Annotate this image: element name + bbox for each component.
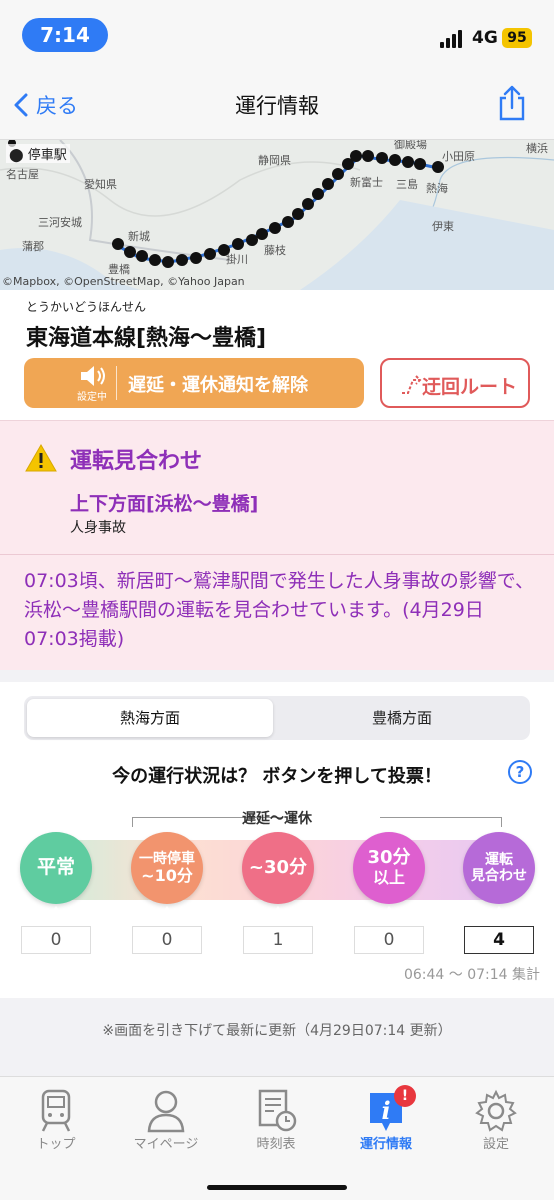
- refresh-note: ※画面を引き下げて最新に更新（4月29日07:14 更新）: [102, 1023, 452, 1039]
- route-map[interactable]: 名古屋愛知県三河安城 蒲郡 新城豊橋 掛川 静岡県藤枝 新富士 三島 熱海 御殿場小田原…: [0, 140, 554, 290]
- alert-direction: 上下方面[浜松〜豊橋]: [70, 493, 259, 515]
- pointer: [382, 906, 396, 916]
- vote-option-label: 30分: [367, 847, 411, 869]
- svg-text:新城: 新城: [128, 229, 150, 243]
- notify-cancel-label: 遅延・運休通知を解除: [128, 375, 308, 396]
- train-icon: [6, 1085, 106, 1133]
- page-title: 運行情報: [235, 94, 319, 118]
- svg-text:藤枝: 藤枝: [264, 243, 286, 257]
- vote-option-label: 運転: [485, 851, 513, 868]
- vote-option-sublabel: 見合わせ: [471, 868, 527, 884]
- aggregate-period: 06:44 〜 07:14 集計: [403, 967, 540, 983]
- pointer: [271, 906, 285, 916]
- vote-option-suspended[interactable]: 運転 見合わせ: [463, 832, 535, 904]
- svg-text:豊橋: 豊橋: [108, 262, 130, 276]
- vote-option-30min[interactable]: ~30分: [242, 832, 314, 904]
- line-name: 東海道本線[熱海〜豊橋]: [26, 326, 267, 351]
- svg-text:i: i: [381, 1096, 390, 1125]
- alert-title: 運転見合わせ: [70, 449, 203, 474]
- vote-count-suspended: 4: [464, 926, 534, 954]
- tab-service-info[interactable]: i ! 運行情報: [336, 1085, 436, 1152]
- svg-text:名古屋: 名古屋: [6, 167, 39, 181]
- tab-atami-direction[interactable]: 熱海方面: [27, 699, 273, 737]
- button-divider: [116, 366, 117, 400]
- share-icon: [499, 85, 525, 121]
- divider: [0, 554, 554, 555]
- pointer: [160, 906, 174, 916]
- notify-cancel-button[interactable]: 設定中 遅延・運休通知を解除: [24, 358, 364, 408]
- tab-timetable-label: 時刻表: [256, 1137, 296, 1152]
- pin-icon: ⬤: [9, 148, 24, 163]
- tab-toyohashi-direction[interactable]: 豊橋方面: [277, 699, 527, 737]
- vote-question: 今の運行状況は？ ボタンを押して投票！: [112, 766, 442, 787]
- svg-text:静岡県: 静岡県: [258, 153, 291, 167]
- nav-bar: 戻る 運行情報: [0, 68, 554, 140]
- home-indicator: [207, 1185, 347, 1190]
- detour-icon: [402, 375, 422, 394]
- svg-text:三島: 三島: [396, 177, 418, 191]
- service-alert: 運転見合わせ 上下方面[浜松〜豊橋] 人身事故 07:03頃、新居町〜鷲津駅間で…: [0, 420, 554, 670]
- tab-timetable[interactable]: 時刻表: [226, 1085, 326, 1152]
- tab-service-info-label: 運行情報: [359, 1137, 412, 1152]
- svg-text:新富士: 新富士: [350, 175, 383, 189]
- alert-cause: 人身事故: [70, 520, 126, 536]
- svg-text:小田原: 小田原: [442, 150, 475, 163]
- map-credit: ©Mapbox, ©OpenStreetMap, ©Yahoo Japan: [2, 275, 245, 288]
- map-legend: ⬤ 停車駅: [6, 144, 70, 163]
- person-icon: [116, 1085, 216, 1133]
- alert-message: 07:03頃、新居町〜鷲津駅間で発生した人身事故の影響で、浜松〜豊橋駅間の運転を…: [24, 570, 534, 650]
- gear-icon: [446, 1085, 546, 1133]
- notify-status: 設定中: [77, 392, 107, 403]
- status-time: 7:14: [22, 18, 108, 52]
- vote-count-over-30min: 0: [354, 926, 424, 954]
- vote-count-30min: 1: [243, 926, 313, 954]
- line-ruby: とうかいどうほんせん: [26, 300, 147, 314]
- status-bar: 7:14 4G 95: [0, 0, 554, 68]
- detour-route-button[interactable]: 迂回ルート: [380, 358, 530, 408]
- vote-option-label: 一時停車: [139, 850, 195, 867]
- battery-icon: 95: [502, 28, 532, 48]
- vote-option-sublabel: 以上: [372, 868, 405, 888]
- tab-mypage[interactable]: マイページ: [116, 1085, 216, 1152]
- info-icon: i: [336, 1085, 436, 1133]
- tab-bar: トップ マイページ 時刻表 i ! 運行情報 設定: [0, 1076, 554, 1200]
- svg-text:熱海: 熱海: [426, 181, 448, 195]
- direction-segmented-control: 熱海方面 豊橋方面: [24, 696, 530, 740]
- tab-settings-label: 設定: [482, 1137, 509, 1152]
- svg-text:三河安城: 三河安城: [38, 215, 82, 229]
- vote-option-normal[interactable]: 平常: [20, 832, 92, 904]
- svg-text:掛川: 掛川: [226, 252, 248, 266]
- vote-option-label: ~30分: [248, 856, 308, 878]
- svg-text:横浜: 横浜: [526, 141, 548, 155]
- pointer: [49, 906, 63, 916]
- line-header: とうかいどうほんせん 東海道本線[熱海〜豊橋] 設定中 遅延・運休通知を解除 迂…: [0, 290, 554, 420]
- timetable-icon: [226, 1085, 326, 1133]
- share-button[interactable]: [496, 84, 528, 126]
- vote-option-sublabel: ~10分: [141, 865, 193, 885]
- detour-route-label: 迂回ルート: [422, 376, 518, 398]
- svg-text:蒲郡: 蒲郡: [22, 239, 44, 253]
- tab-settings[interactable]: 設定: [446, 1085, 546, 1152]
- vote-panel: 熱海方面 豊橋方面 今の運行状況は？ ボタンを押して投票！ ? 遅延〜運休 平常…: [0, 682, 554, 998]
- vote-count-stop-10min: 0: [132, 926, 202, 954]
- svg-text:伊東: 伊東: [432, 220, 454, 233]
- vote-option-label: 平常: [36, 856, 75, 879]
- vote-option-over-30min[interactable]: 30分 以上: [353, 832, 425, 904]
- vote-count-normal: 0: [21, 926, 91, 954]
- map-legend-label: 停車駅: [27, 148, 67, 163]
- help-icon[interactable]: ?: [508, 760, 532, 784]
- signal-icon: [440, 30, 466, 48]
- tab-mypage-label: マイページ: [133, 1137, 199, 1152]
- alert-badge: !: [394, 1085, 416, 1107]
- warning-icon: [25, 443, 57, 472]
- vote-option-stop-10min[interactable]: 一時停車 ~10分: [131, 832, 203, 904]
- map-canvas: 名古屋愛知県三河安城 蒲郡 新城豊橋 掛川 静岡県藤枝 新富士 三島 熱海 御殿場小田原…: [0, 140, 554, 290]
- svg-text:御殿場: 御殿場: [394, 140, 427, 151]
- network-label: 4G: [472, 28, 498, 48]
- tab-top[interactable]: トップ: [6, 1085, 106, 1152]
- svg-text:愛知県: 愛知県: [84, 177, 117, 191]
- pointer: [492, 906, 506, 916]
- tab-top-label: トップ: [36, 1137, 76, 1152]
- range-label: 遅延〜運休: [242, 811, 312, 827]
